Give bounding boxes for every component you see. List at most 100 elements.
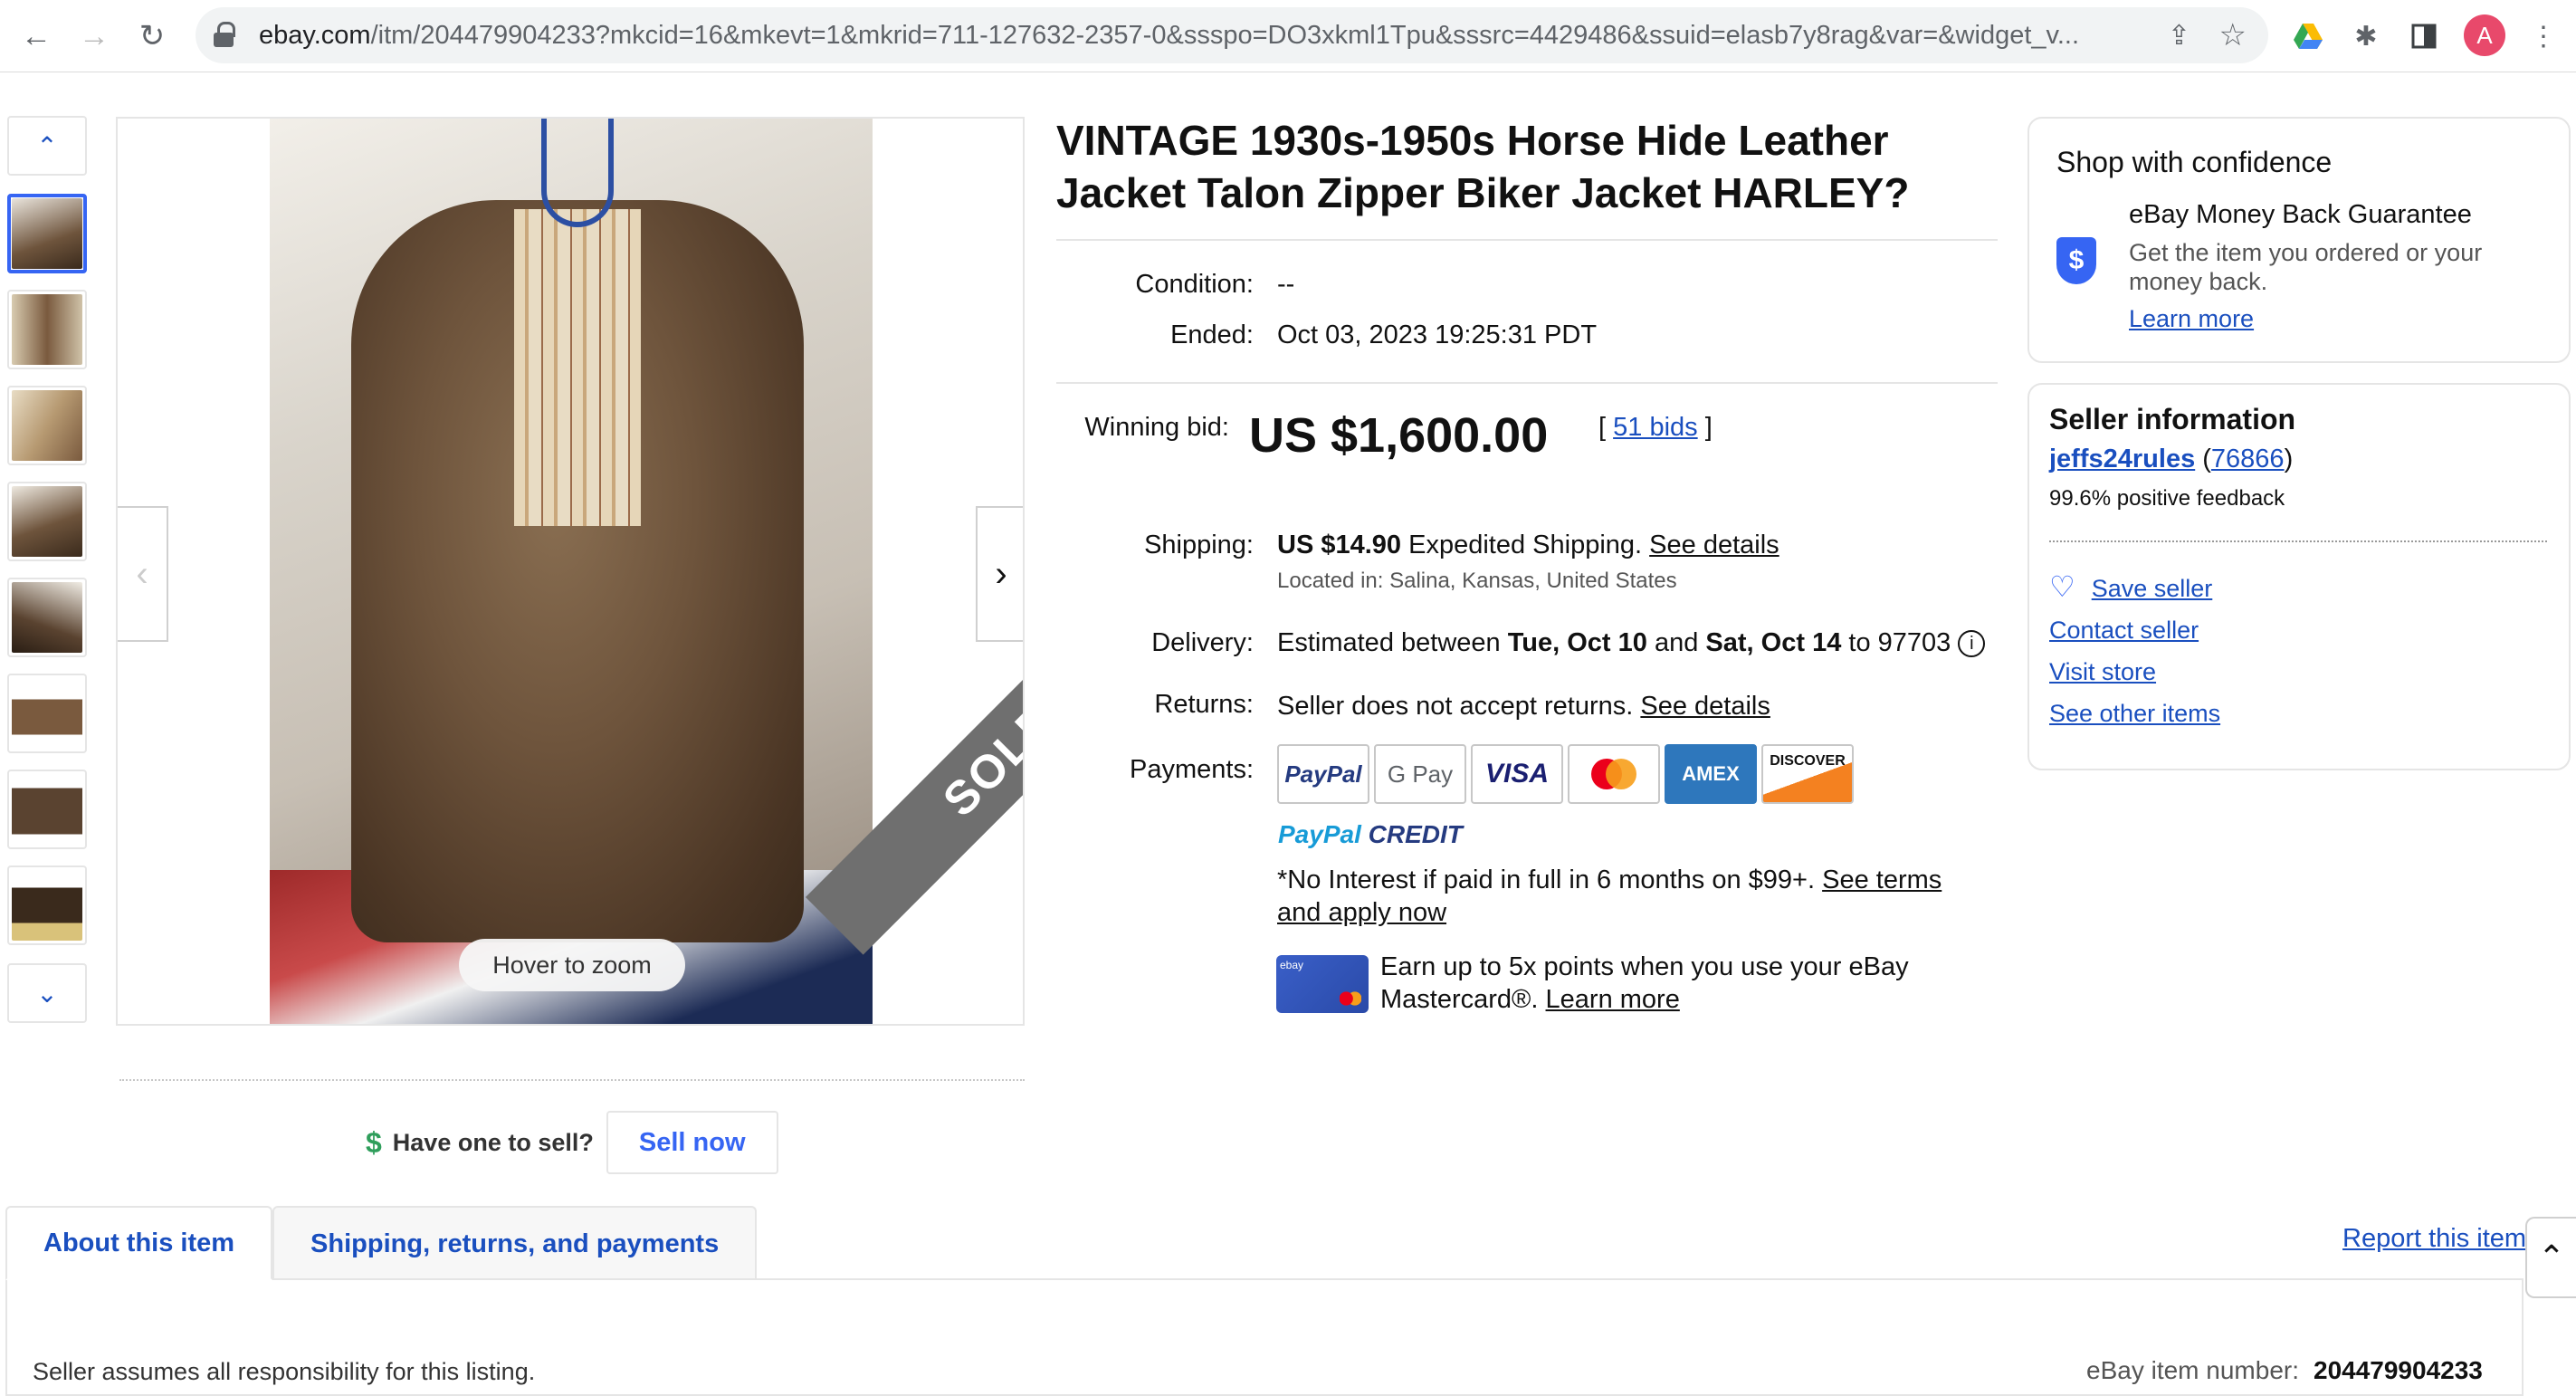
url-host: ebay.com (259, 20, 371, 50)
thumbnail[interactable] (7, 578, 87, 657)
chevron-left-icon: ‹ (136, 553, 148, 594)
seller-name-row: jeffs24rules (76866) (2049, 445, 2294, 473)
guarantee-title: eBay Money Back Guarantee (2129, 200, 2472, 229)
jacket-photo (270, 119, 873, 1024)
shipping-details-link[interactable]: See details (1649, 531, 1779, 559)
visit-store-link[interactable]: Visit store (2049, 658, 2156, 686)
condition-label: Condition: (1135, 270, 1254, 299)
divider (2049, 540, 2547, 542)
guarantee-text: Get the item you ordered or your money b… (2129, 239, 2483, 295)
thumbnail[interactable] (7, 770, 87, 849)
located-in: Located in: Salina, Kansas, United State… (1277, 569, 1677, 593)
chevron-up-icon: ⌃ (36, 131, 58, 160)
payments-label: Payments: (1130, 755, 1254, 784)
card-learn-more-link[interactable]: Learn more (1546, 985, 1680, 1014)
chevron-up-icon: ⌃ (2537, 1238, 2566, 1276)
confidence-title: Shop with confidence (2056, 146, 2333, 178)
sell-question: Have one to sell? (392, 1128, 594, 1156)
shipping-method: Expedited Shipping. (1408, 531, 1643, 559)
info-icon[interactable]: i (1958, 630, 1986, 657)
divider (1056, 382, 1998, 384)
item-number: eBay item number: 204479904233 (2086, 1356, 2483, 1384)
star-icon[interactable]: ☆ (2219, 17, 2247, 53)
credit-offer: *No Interest if paid in full in 6 months… (1277, 865, 1942, 927)
report-item-link[interactable]: Report this item (2342, 1224, 2526, 1254)
condition-value: -- (1277, 270, 1295, 299)
seller-name-link[interactable]: jeffs24rules (2049, 445, 2195, 473)
drive-icon[interactable] (2290, 18, 2326, 54)
seller-title: Seller information (2049, 403, 2296, 435)
divider (1056, 239, 1998, 241)
winning-bid-label: Winning bid: (1084, 413, 1229, 442)
save-seller[interactable]: ♡ Save seller (2049, 569, 2212, 604)
thumbnail[interactable] (7, 865, 87, 945)
responsibility-text: Seller assumes all responsibility for th… (33, 1358, 536, 1385)
bracket-close: ] (1704, 413, 1713, 442)
forward-icon[interactable]: → (74, 16, 114, 56)
address-bar[interactable]: ebay.com/itm/204479904233?mkcid=16&mkevt… (196, 7, 2268, 63)
thumbnail[interactable] (7, 290, 87, 369)
seller-feedback: 99.6% positive feedback (2049, 486, 2285, 511)
heart-icon: ♡ (2049, 570, 2075, 603)
chevron-down-icon: ⌄ (36, 979, 58, 1008)
shield-icon: $ (2056, 237, 2096, 284)
contact-seller-link[interactable]: Contact seller (2049, 617, 2199, 645)
visa-icon: VISA (1471, 744, 1563, 804)
ended-value: Oct 03, 2023 19:25:31 PDT (1277, 320, 1598, 349)
main-image[interactable]: SOLD ‹ › Hover to zoom (116, 117, 1025, 1026)
amex-icon: AMEX (1665, 744, 1757, 804)
dollar-icon: $ (366, 1125, 382, 1159)
tab-shipping[interactable]: Shipping, returns, and payments (272, 1206, 758, 1280)
url-text[interactable]: ebay.com/itm/204479904233?mkcid=16&mkevt… (259, 21, 2151, 51)
reload-icon[interactable]: ↻ (132, 16, 172, 56)
profile-avatar[interactable]: A (2464, 14, 2505, 56)
thumbs-down-arrow[interactable]: ⌄ (7, 963, 87, 1023)
shop-confidence-box: Shop with confidence eBay Money Back Gua… (2027, 117, 2571, 363)
seller-score-link[interactable]: 76866 (2211, 445, 2285, 473)
next-image-button[interactable]: › (976, 506, 1023, 642)
scroll-top-button[interactable]: ⌃ (2525, 1217, 2576, 1298)
returns-label: Returns: (1154, 690, 1254, 719)
chevron-right-icon: › (995, 553, 1007, 594)
menu-icon[interactable]: ⋮ (2525, 18, 2562, 54)
bids-link[interactable]: 51 bids (1613, 413, 1698, 442)
paypal-credit-logo: PayPal CREDIT (1278, 820, 1463, 848)
ended-label: Ended: (1170, 320, 1254, 349)
other-items-link[interactable]: See other items (2049, 700, 2220, 728)
thumbnail[interactable] (7, 674, 87, 753)
hover-to-zoom: Hover to zoom (459, 939, 685, 991)
share-icon[interactable]: ⇪ (2168, 20, 2190, 52)
browser-toolbar: ← → ↻ ebay.com/itm/204479904233?mkcid=16… (0, 0, 2576, 72)
card-offer: Earn up to 5x points when you use your e… (1380, 952, 1909, 1014)
shipping-label: Shipping: (1144, 531, 1254, 559)
bids-count: [ 51 bids ] (1598, 413, 1713, 443)
seller-info-box: Seller information jeffs24rules (76866) … (2027, 383, 2571, 770)
back-icon[interactable]: ← (16, 16, 56, 56)
thumbnail[interactable] (7, 194, 87, 273)
thumbnail[interactable] (7, 482, 87, 561)
returns-details-link[interactable]: See details (1640, 692, 1770, 721)
sidepanel-icon[interactable] (2406, 18, 2442, 54)
extensions-icon[interactable]: ✱ (2348, 18, 2384, 54)
lock-icon[interactable] (214, 22, 237, 49)
returns-value: Seller does not accept returns. See deta… (1277, 692, 1770, 721)
bracket-open: [ (1598, 413, 1607, 442)
sell-now-button[interactable]: Sell now (606, 1111, 778, 1174)
thumbnail[interactable] (7, 386, 87, 465)
url-path: /itm/204479904233?mkcid=16&mkevt=1&mkrid… (370, 20, 2080, 50)
item-tabs: About this item Shipping, returns, and p… (5, 1206, 758, 1280)
delivery-value: Estimated between Tue, Oct 10 and Sat, O… (1277, 628, 1986, 658)
prev-image-button[interactable]: ‹ (118, 506, 168, 642)
google-pay-icon: G Pay (1374, 744, 1466, 804)
paypal-icon: PayPal (1277, 744, 1369, 804)
divider (119, 1079, 1025, 1081)
tab-about[interactable]: About this item (5, 1206, 273, 1280)
winning-bid-value: US $1,600.00 (1249, 408, 1549, 463)
shipping-price: US $14.90 (1277, 531, 1402, 559)
thumbs-up-arrow[interactable]: ⌃ (7, 116, 87, 176)
delivery-label: Delivery: (1151, 628, 1254, 657)
guarantee-learn-more[interactable]: Learn more (2129, 305, 2254, 333)
shipping-value: US $14.90 Expedited Shipping. See detail… (1277, 531, 1779, 560)
item-title: VINTAGE 1930s-1950s Horse Hide Leather J… (1056, 117, 1910, 216)
sell-prompt: $ Have one to sell? Sell now (366, 1110, 778, 1175)
